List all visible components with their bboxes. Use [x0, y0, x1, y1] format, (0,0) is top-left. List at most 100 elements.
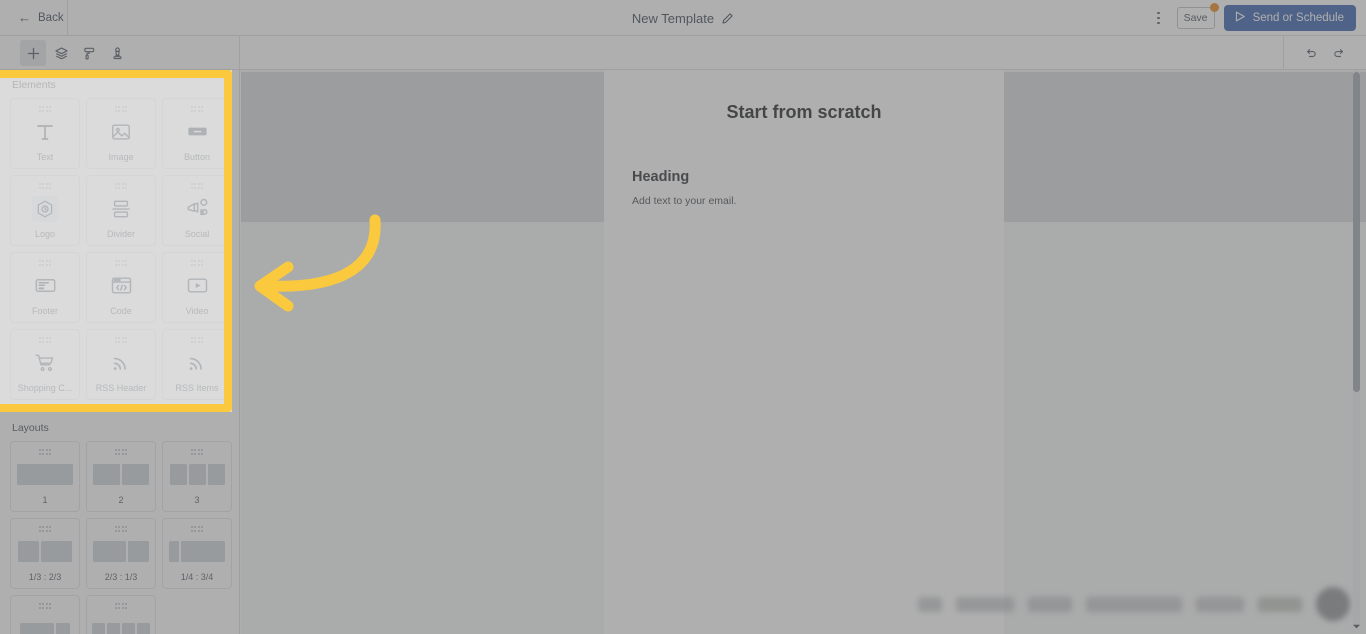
- layout-tile-label: 1: [42, 495, 48, 505]
- element-tile-label: Footer: [31, 306, 58, 316]
- widget-item[interactable]: [1258, 596, 1302, 612]
- element-tile-label: RSS Header: [95, 383, 147, 393]
- widget-item[interactable]: [956, 596, 1014, 612]
- element-tile-rss-items[interactable]: RSS Items: [162, 329, 232, 400]
- page-title: New Template: [631, 10, 715, 26]
- element-tile-social[interactable]: Social: [162, 175, 232, 246]
- element-tile-label: Logo: [34, 229, 56, 239]
- layout-preview-icon: [87, 609, 155, 634]
- element-tile-code[interactable]: Code: [86, 252, 156, 323]
- layout-preview-icon: [163, 455, 231, 496]
- code-icon: [87, 266, 155, 307]
- layout-preview-icon: [163, 532, 231, 573]
- footer-icon: [11, 266, 79, 307]
- sidebar-scrollbar-thumb[interactable]: [1353, 72, 1360, 392]
- toolbar-icon-group: [0, 36, 240, 70]
- save-button[interactable]: Save: [1176, 7, 1215, 29]
- element-tile-footer[interactable]: Footer: [10, 252, 80, 323]
- rss-icon: [87, 343, 155, 384]
- app-root: ← Back New Template Save Send or Schedul…: [0, 0, 1366, 634]
- kebab-menu-icon[interactable]: [1150, 7, 1168, 29]
- layout-tile-label: 2/3 : 1/3: [104, 572, 138, 582]
- element-tile-video[interactable]: Video: [162, 252, 232, 323]
- send-or-schedule-button[interactable]: Send or Schedule: [1223, 5, 1356, 31]
- layout-tile-label: 1/4 : 3/4: [180, 572, 214, 582]
- widget-item[interactable]: [1196, 596, 1244, 612]
- text-icon: [11, 112, 79, 153]
- save-button-wrapper: Save: [1176, 3, 1219, 29]
- layout-tile-extra-7[interactable]: [86, 595, 156, 634]
- layout-tile-1[interactable]: 1: [10, 441, 80, 512]
- layout-preview-icon: [11, 609, 79, 634]
- layout-tile-2[interactable]: 2: [86, 441, 156, 512]
- layout-tile-3[interactable]: 3: [162, 441, 232, 512]
- element-tile-label: Shopping C...: [17, 383, 73, 393]
- element-tile-rss-header[interactable]: RSS Header: [86, 329, 156, 400]
- email-document[interactable]: Start from scratch Heading Add text to y…: [604, 70, 1004, 634]
- social-icon: [163, 189, 231, 230]
- shopping-cart-icon: [11, 343, 79, 384]
- element-tile-text[interactable]: Text: [10, 98, 80, 169]
- canvas-body-text[interactable]: Add text to your email.: [604, 185, 1004, 207]
- undo-icon[interactable]: [1300, 42, 1322, 64]
- layout-tile-1-4-3-4[interactable]: 1/4 : 3/4: [162, 518, 232, 589]
- canvas-placeholder-block-left: [241, 72, 604, 222]
- layouts-grid: 1 2 3 1/3 : 2/3 2/3 : 1/3 1/4 : 3/4: [0, 441, 239, 634]
- back-button[interactable]: ← Back: [0, 0, 68, 36]
- layers-icon[interactable]: [48, 40, 74, 66]
- element-tile-button[interactable]: Button: [162, 98, 232, 169]
- redo-icon[interactable]: [1328, 42, 1350, 64]
- sidebar-scrollbar[interactable]: [1353, 70, 1360, 626]
- layout-preview-icon: [87, 455, 155, 496]
- element-tile-label: Text: [36, 152, 54, 162]
- chess-pawn-icon[interactable]: [104, 40, 130, 66]
- button-icon: [163, 112, 231, 153]
- send-paper-plane-icon: [1234, 10, 1247, 26]
- layout-tile-extra-6[interactable]: [10, 595, 80, 634]
- element-tile-divider[interactable]: Divider: [86, 175, 156, 246]
- layout-tile-label: 2: [118, 495, 124, 505]
- divider-icon: [87, 189, 155, 230]
- widget-item[interactable]: [918, 596, 942, 612]
- send-or-schedule-label: Send or Schedule: [1252, 12, 1344, 24]
- email-canvas[interactable]: Start from scratch Heading Add text to y…: [241, 70, 1366, 634]
- layout-tile-label: 3: [194, 495, 200, 505]
- elements-panel-title: Elements: [12, 79, 56, 91]
- left-sidebar: Elements Text Image Button Logo Divider Socia…: [0, 70, 240, 634]
- canvas-section-heading[interactable]: Heading: [604, 123, 1004, 185]
- add-content-icon[interactable]: [20, 40, 46, 66]
- rss-icon: [163, 343, 231, 384]
- element-tile-label: Image: [108, 152, 134, 162]
- pencil-icon[interactable]: [721, 12, 734, 25]
- widget-avatar-icon[interactable]: [1316, 587, 1350, 621]
- layout-tile-1-3-2-3[interactable]: 1/3 : 2/3: [10, 518, 80, 589]
- element-tile-label: Divider: [106, 229, 135, 239]
- elements-grid: Text Image Button Logo Divider Social Footer Co…: [0, 98, 239, 400]
- back-arrow-icon: ←: [18, 10, 31, 25]
- top-header-bar: ← Back New Template Save Send or Schedul…: [0, 0, 1366, 36]
- canvas-main-heading: Start from scratch: [726, 102, 882, 122]
- video-icon: [163, 266, 231, 307]
- element-tile-logo[interactable]: Logo: [10, 175, 80, 246]
- paint-roller-icon[interactable]: [76, 40, 102, 66]
- layout-preview-icon: [11, 532, 79, 573]
- element-tile-label: Social: [184, 229, 210, 239]
- image-icon: [87, 112, 155, 153]
- history-controls: [1283, 36, 1366, 70]
- layout-tile-2-3-1-3[interactable]: 2/3 : 1/3: [86, 518, 156, 589]
- layout-preview-icon: [87, 532, 155, 573]
- widget-item[interactable]: [1028, 596, 1072, 612]
- element-tile-label: RSS Items: [175, 383, 219, 393]
- widget-item[interactable]: [1086, 596, 1182, 612]
- layout-tile-label: 1/3 : 2/3: [28, 572, 62, 582]
- element-tile-shopping-c[interactable]: Shopping C...: [10, 329, 80, 400]
- element-tile-image[interactable]: Image: [86, 98, 156, 169]
- unsaved-changes-dot-icon: [1209, 3, 1219, 12]
- layout-preview-icon: [11, 455, 79, 496]
- scroll-down-arrow-icon[interactable]: [1351, 621, 1362, 632]
- bottom-widget-bar[interactable]: [853, 574, 1366, 634]
- back-button-label: Back: [38, 11, 64, 24]
- element-tile-label: Button: [183, 152, 211, 162]
- element-tile-label: Code: [110, 306, 132, 316]
- secondary-toolbar: [0, 36, 1366, 70]
